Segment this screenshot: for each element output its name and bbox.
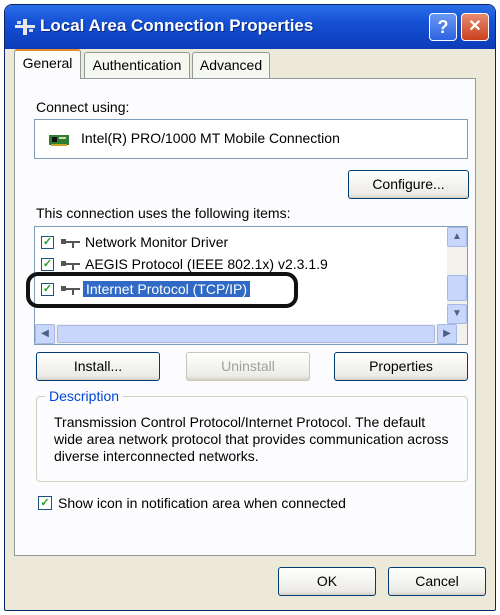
list-item[interactable]: ✓ Network Monitor Driver: [41, 233, 441, 255]
item-checkbox[interactable]: ✓: [41, 258, 54, 271]
configure-button[interactable]: Configure...: [348, 170, 469, 199]
notify-label[interactable]: Show icon in notification area when conn…: [58, 495, 346, 511]
uninstall-button[interactable]: Uninstall: [186, 352, 310, 381]
horizontal-scrollbar[interactable]: ◀ ▶: [35, 324, 467, 344]
scroll-right-icon[interactable]: ▶: [437, 324, 457, 344]
network-protocol-icon: [61, 261, 80, 270]
install-button[interactable]: Install...: [36, 352, 160, 381]
scroll-up-icon[interactable]: ▲: [447, 227, 467, 247]
tab-advanced[interactable]: Advanced: [192, 52, 270, 78]
description-title: Description: [46, 388, 123, 404]
tab-authentication[interactable]: Authentication: [84, 52, 190, 78]
horizontal-scroll-thumb[interactable]: [57, 325, 435, 343]
items-label: This connection uses the following items…: [36, 205, 291, 221]
adapter-field: Intel(R) PRO/1000 MT Mobile Connection: [34, 119, 468, 159]
network-protocol-icon: [61, 239, 80, 248]
connect-using-label: Connect using:: [36, 99, 130, 115]
item-checkbox[interactable]: ✓: [41, 236, 54, 249]
adapter-name: Intel(R) PRO/1000 MT Mobile Connection: [81, 130, 340, 146]
vertical-scrollbar[interactable]: ▲ ▼: [447, 227, 467, 324]
close-button[interactable]: ✕: [461, 13, 489, 41]
help-button[interactable]: ?: [429, 13, 457, 41]
notify-checkbox[interactable]: ✓: [38, 496, 52, 510]
item-label: AEGIS Protocol (IEEE 802.1x) v2.3.1.9: [85, 256, 328, 272]
annotation-highlight: [26, 272, 298, 308]
ok-button[interactable]: OK: [278, 567, 376, 596]
title-bar[interactable]: Local Area Connection Properties ? ✕: [5, 5, 495, 49]
scroll-down-icon[interactable]: ▼: [447, 304, 467, 324]
scroll-left-icon[interactable]: ◀: [35, 324, 55, 344]
properties-button[interactable]: Properties: [334, 352, 468, 381]
description-text: Transmission Control Protocol/Internet P…: [54, 414, 449, 464]
vertical-scroll-thumb[interactable]: [447, 275, 467, 301]
cancel-button[interactable]: Cancel: [388, 567, 486, 596]
tab-general[interactable]: General: [14, 49, 81, 79]
network-card-icon: [49, 135, 69, 146]
window-title: Local Area Connection Properties: [40, 16, 314, 35]
network-connection-icon: [15, 19, 35, 35]
item-label: Network Monitor Driver: [85, 234, 229, 250]
